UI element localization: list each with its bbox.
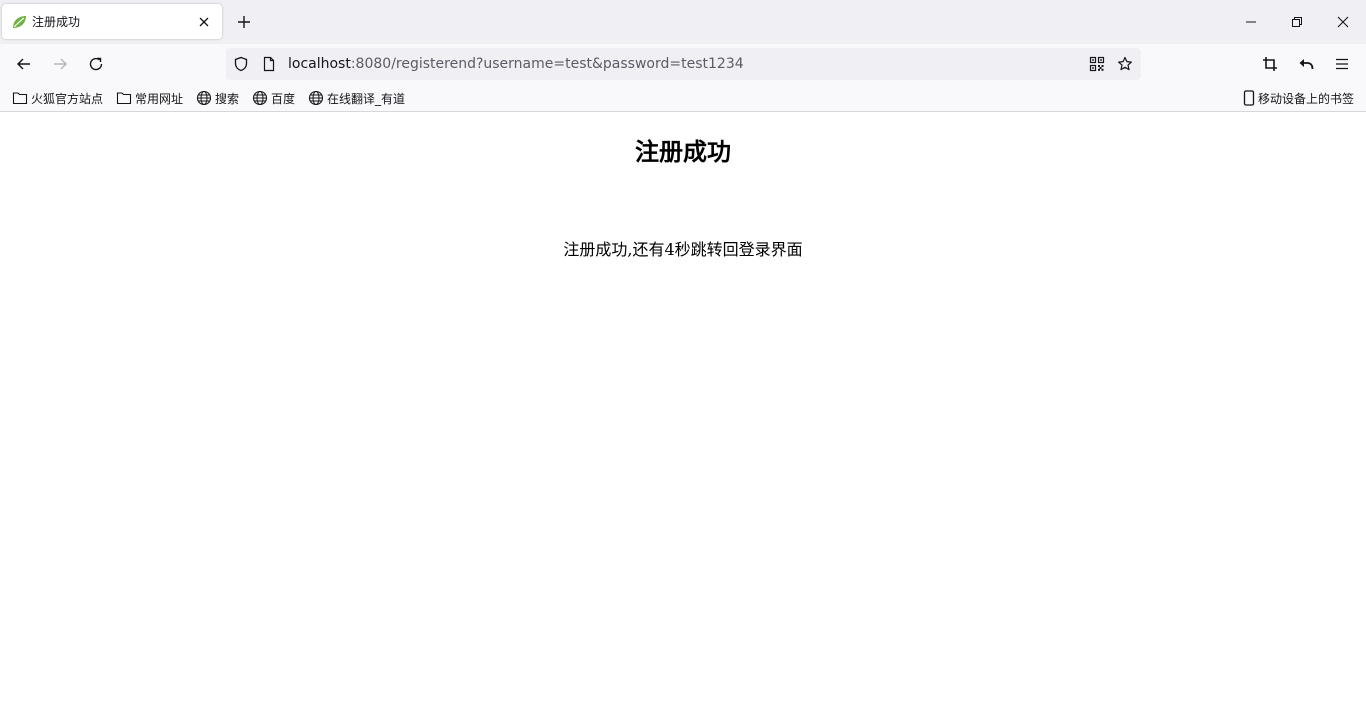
bookmark-label: 在线翻译_有道 xyxy=(327,91,406,106)
screenshot-button[interactable] xyxy=(1254,48,1286,80)
navigation-toolbar: localhost:8080/registerend?username=test… xyxy=(0,44,1366,84)
undo-icon xyxy=(1299,59,1314,70)
page-content: 注册成功 注册成功,还有4秒跳转回登录界面 xyxy=(0,112,1366,722)
page-icon[interactable] xyxy=(261,56,277,72)
globe-icon xyxy=(196,90,212,106)
reload-button[interactable] xyxy=(80,48,112,80)
hamburger-menu-icon xyxy=(1336,58,1348,70)
arrow-right-icon xyxy=(54,58,67,70)
page-title: 注册成功 xyxy=(635,137,731,166)
shield-icon[interactable] xyxy=(233,56,249,72)
address-bar[interactable]: localhost:8080/registerend?username=test… xyxy=(226,48,1141,80)
star-icon[interactable] xyxy=(1117,56,1133,72)
folder-icon xyxy=(116,92,132,105)
reload-icon xyxy=(89,57,103,71)
close-icon xyxy=(1337,16,1349,28)
close-window-button[interactable] xyxy=(1320,0,1366,44)
close-tab-icon[interactable] xyxy=(194,12,214,32)
bookmark-label: 常用网址 xyxy=(135,91,184,106)
globe-icon xyxy=(308,90,324,106)
bookmark-folder-firefox[interactable]: 火狐官方站点 xyxy=(12,89,103,107)
bookmark-youdao[interactable]: 在线翻译_有道 xyxy=(308,89,405,107)
new-tab-button[interactable] xyxy=(232,10,256,34)
redirect-message: 注册成功,还有4秒跳转回登录界面 xyxy=(563,240,803,259)
forward-button[interactable] xyxy=(44,48,76,80)
minimize-icon xyxy=(1246,21,1256,23)
tab-title: 注册成功 xyxy=(32,15,81,29)
bookmarks-toolbar: 火狐官方站点 常用网址 搜索 百度 在线翻译_有道 移动设备上的书签 xyxy=(0,84,1366,112)
url-host: localhost xyxy=(288,56,351,72)
undo-button[interactable] xyxy=(1290,48,1322,80)
spring-leaf-icon xyxy=(11,14,27,30)
bookmark-label: 搜索 xyxy=(215,91,240,106)
bookmark-label: 移动设备上的书签 xyxy=(1258,91,1355,106)
back-button[interactable] xyxy=(8,48,40,80)
arrow-left-icon xyxy=(17,58,30,70)
qr-code-icon[interactable] xyxy=(1089,56,1105,72)
browser-window: 注册成功 localhost:8080/registerend?username… xyxy=(0,0,1366,722)
tab-strip: 注册成功 xyxy=(0,0,1366,44)
crop-icon xyxy=(1263,57,1277,71)
globe-icon xyxy=(252,90,268,106)
bookmark-baidu[interactable]: 百度 xyxy=(252,89,295,107)
url-path: :8080/registerend?username=test&password… xyxy=(350,56,744,72)
bookmark-search[interactable]: 搜索 xyxy=(196,89,239,107)
bookmark-label: 百度 xyxy=(271,91,296,106)
folder-icon xyxy=(12,92,28,105)
restore-icon xyxy=(1292,17,1302,27)
bookmark-folder-common[interactable]: 常用网址 xyxy=(116,89,183,107)
menu-button[interactable] xyxy=(1326,48,1358,80)
restore-button[interactable] xyxy=(1274,0,1320,44)
tab-active[interactable]: 注册成功 xyxy=(2,4,222,39)
plus-icon xyxy=(238,16,250,28)
minimize-button[interactable] xyxy=(1228,0,1274,44)
mobile-device-icon xyxy=(1243,90,1255,106)
bookmark-label: 火狐官方站点 xyxy=(31,91,104,106)
bookmark-mobile[interactable]: 移动设备上的书签 xyxy=(1243,89,1354,107)
url-text[interactable]: localhost:8080/registerend?username=test… xyxy=(288,48,744,80)
